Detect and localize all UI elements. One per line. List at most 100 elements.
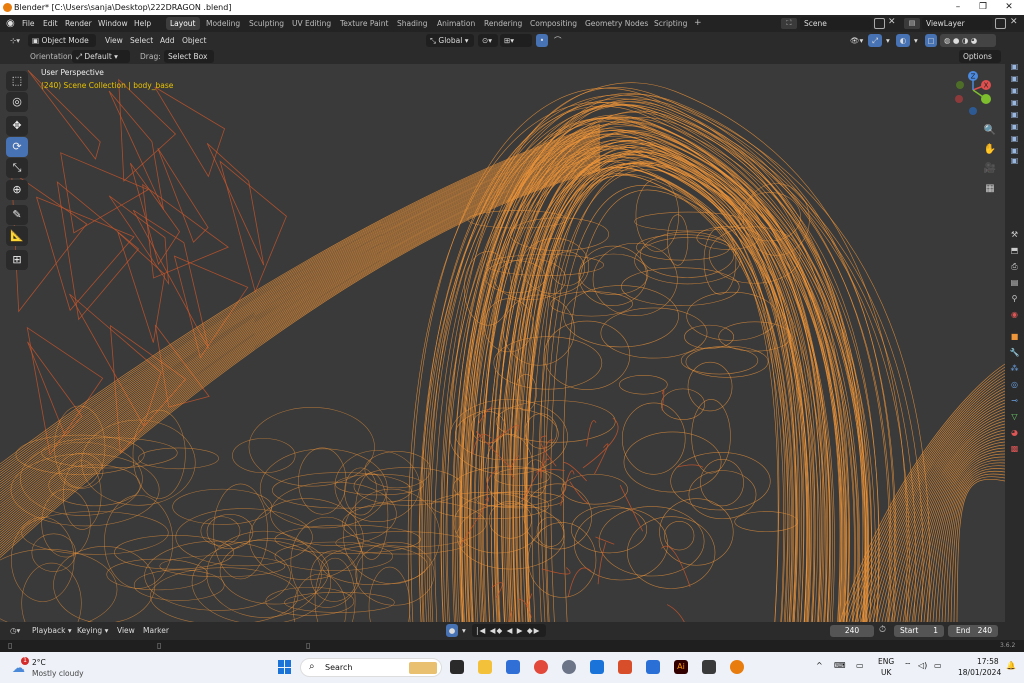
modifier-properties-icon[interactable]: 🔧 <box>1009 348 1020 357</box>
zoom-icon[interactable]: 🔍 <box>982 123 998 139</box>
world-properties-icon[interactable]: ◉ <box>1009 310 1020 319</box>
tab-texture-paint[interactable]: Texture Paint <box>336 17 392 30</box>
y-axis-handle[interactable] <box>981 94 991 104</box>
tool-properties-icon[interactable]: ⚒ <box>1009 230 1020 239</box>
add-workspace-button[interactable]: + <box>690 17 706 30</box>
file-explorer-icon[interactable] <box>478 660 492 674</box>
view-layer-selector[interactable]: ViewLayer <box>922 17 992 30</box>
marker-menu[interactable]: Marker <box>139 624 173 637</box>
menu-render[interactable]: Render <box>65 15 92 32</box>
output-properties-icon[interactable]: ⎙ <box>1009 262 1020 271</box>
end-frame-field[interactable]: End 240 <box>948 625 998 637</box>
tab-scripting[interactable]: Scripting <box>650 17 691 30</box>
view-layer-icon[interactable]: ▤ <box>904 18 920 29</box>
texture-properties-icon[interactable]: ▩ <box>1009 444 1020 453</box>
tab-rendering[interactable]: Rendering <box>480 17 526 30</box>
delete-scene-icon[interactable]: ✕ <box>888 17 896 27</box>
record-toggle[interactable]: ● <box>446 623 458 637</box>
mode-dropdown[interactable]: ▣ Object Mode ▾ <box>28 33 96 58</box>
gizmo-toggle[interactable]: ⤢ <box>868 33 882 47</box>
scale-tool[interactable]: ⤡ <box>6 158 28 178</box>
timeline-view-menu[interactable]: View <box>113 624 139 637</box>
scene-properties-icon[interactable]: ⚲ <box>1009 294 1020 303</box>
blender-icon[interactable] <box>730 660 744 674</box>
tab-shading[interactable]: Shading <box>393 17 431 30</box>
object-menu[interactable]: Object <box>178 34 210 47</box>
annotate-tool[interactable]: ✎ <box>6 205 28 225</box>
volume-icon[interactable]: ◁) <box>918 661 927 670</box>
tab-uv-editing[interactable]: UV Editing <box>288 17 335 30</box>
keying-menu[interactable]: Keying ▾ <box>73 624 112 637</box>
cursor-tool[interactable]: ◎ <box>6 92 28 112</box>
mail-icon[interactable] <box>646 660 660 674</box>
overlay-toggle[interactable]: ◐ <box>896 33 910 47</box>
pivot-point-dropdown[interactable]: ⊙▾ <box>478 33 498 47</box>
outlook-icon[interactable] <box>590 660 604 674</box>
editor-type-icon[interactable]: ⊹▾ <box>6 34 24 47</box>
camera-view-icon[interactable]: 🎥 <box>982 161 998 177</box>
maximize-button[interactable]: ❐ <box>970 0 996 15</box>
tab-sculpting[interactable]: Sculpting <box>245 17 288 30</box>
shading-buttons[interactable]: ◍ ● ◑ ◕ <box>940 33 996 47</box>
app-icon[interactable] <box>618 660 632 674</box>
playback-controls[interactable]: |◀ ◀◆ ◀ ▶ ◆▶ ▶| <box>472 623 546 648</box>
delete-view-layer-icon[interactable]: ✕ <box>1010 17 1018 27</box>
constraints-properties-icon[interactable]: ⊸ <box>1009 396 1020 405</box>
view-menu[interactable]: View <box>101 34 127 47</box>
neg-x-handle[interactable] <box>955 95 963 103</box>
data-properties-icon[interactable]: ▽ <box>1009 412 1020 421</box>
keyboard-icon[interactable]: ⌨ <box>834 661 846 670</box>
tab-modeling[interactable]: Modeling <box>202 17 244 30</box>
neg-y-handle[interactable] <box>956 81 964 89</box>
illustrator-icon[interactable]: Ai <box>674 660 688 674</box>
timeline-editor-icon[interactable]: ◷▾ <box>6 624 24 637</box>
timer-icon[interactable]: ⏱ <box>879 625 886 635</box>
options-dropdown[interactable]: Options ▾ <box>959 49 1001 74</box>
menu-edit[interactable]: Edit <box>43 15 58 32</box>
proportional-falloff-icon[interactable]: ⌒ <box>550 34 566 47</box>
navigation-gizmo[interactable]: X Z <box>950 70 996 120</box>
task-view-icon[interactable] <box>450 660 464 674</box>
language-top[interactable]: ENG <box>878 657 894 666</box>
start-button[interactable] <box>278 660 292 674</box>
proportional-edit-toggle[interactable]: • <box>536 33 548 47</box>
current-frame-field[interactable]: 240 <box>830 625 874 637</box>
overlay-dropdown[interactable]: ▾ <box>910 34 922 47</box>
menu-window[interactable]: Window <box>98 15 128 32</box>
store-icon[interactable] <box>506 660 520 674</box>
camera-icon[interactable]: ▣ <box>1009 86 1020 95</box>
physics-properties-icon[interactable]: ◎ <box>1009 380 1020 389</box>
camera-icon[interactable]: ▣ <box>1009 146 1020 155</box>
minimize-button[interactable]: – <box>945 0 971 15</box>
view-layer-properties-icon[interactable]: ▤ <box>1009 278 1020 287</box>
app-icon[interactable] <box>702 660 716 674</box>
blender-menu-icon[interactable]: ◉ <box>6 15 15 32</box>
visibility-dropdown[interactable]: 👁▾ <box>846 34 867 47</box>
camera-icon[interactable]: ▣ <box>1009 74 1020 83</box>
menu-file[interactable]: File <box>22 15 35 32</box>
material-properties-icon[interactable]: ◕ <box>1009 428 1020 437</box>
drag-dropdown[interactable]: Select Box ▾ <box>164 49 214 74</box>
transform-orientation-dropdown[interactable]: ⤡ Global ▾ <box>426 33 474 47</box>
select-menu[interactable]: Select <box>126 34 157 47</box>
start-frame-field[interactable]: Start 1 <box>894 625 944 637</box>
language-bottom[interactable]: UK <box>881 668 891 677</box>
camera-icon[interactable]: ▣ <box>1009 98 1020 107</box>
rotate-tool[interactable]: ⟳ <box>6 137 28 157</box>
tab-geometry-nodes[interactable]: Geometry Nodes <box>581 17 652 30</box>
grid-view-icon[interactable]: ▦ <box>982 181 998 197</box>
close-button[interactable]: ✕ <box>996 0 1022 15</box>
menu-help[interactable]: Help <box>134 15 151 32</box>
measure-tool[interactable]: 📐 <box>6 226 28 246</box>
tray-chevron-icon[interactable]: ^ <box>816 661 823 670</box>
add-menu[interactable]: Add <box>156 34 179 47</box>
camera-icon[interactable]: ▣ <box>1009 122 1020 131</box>
gizmo-dropdown[interactable]: ▾ <box>882 34 894 47</box>
playback-menu[interactable]: Playback ▾ <box>28 624 76 637</box>
notification-icon[interactable]: 🔔 <box>1006 661 1016 670</box>
3d-viewport[interactable] <box>0 64 1005 622</box>
settings-icon[interactable] <box>562 660 576 674</box>
clock-date[interactable]: 18/01/2024 <box>958 668 1001 677</box>
record-dropdown[interactable]: ▾ <box>458 624 470 637</box>
new-view-layer-icon[interactable] <box>995 18 1006 29</box>
